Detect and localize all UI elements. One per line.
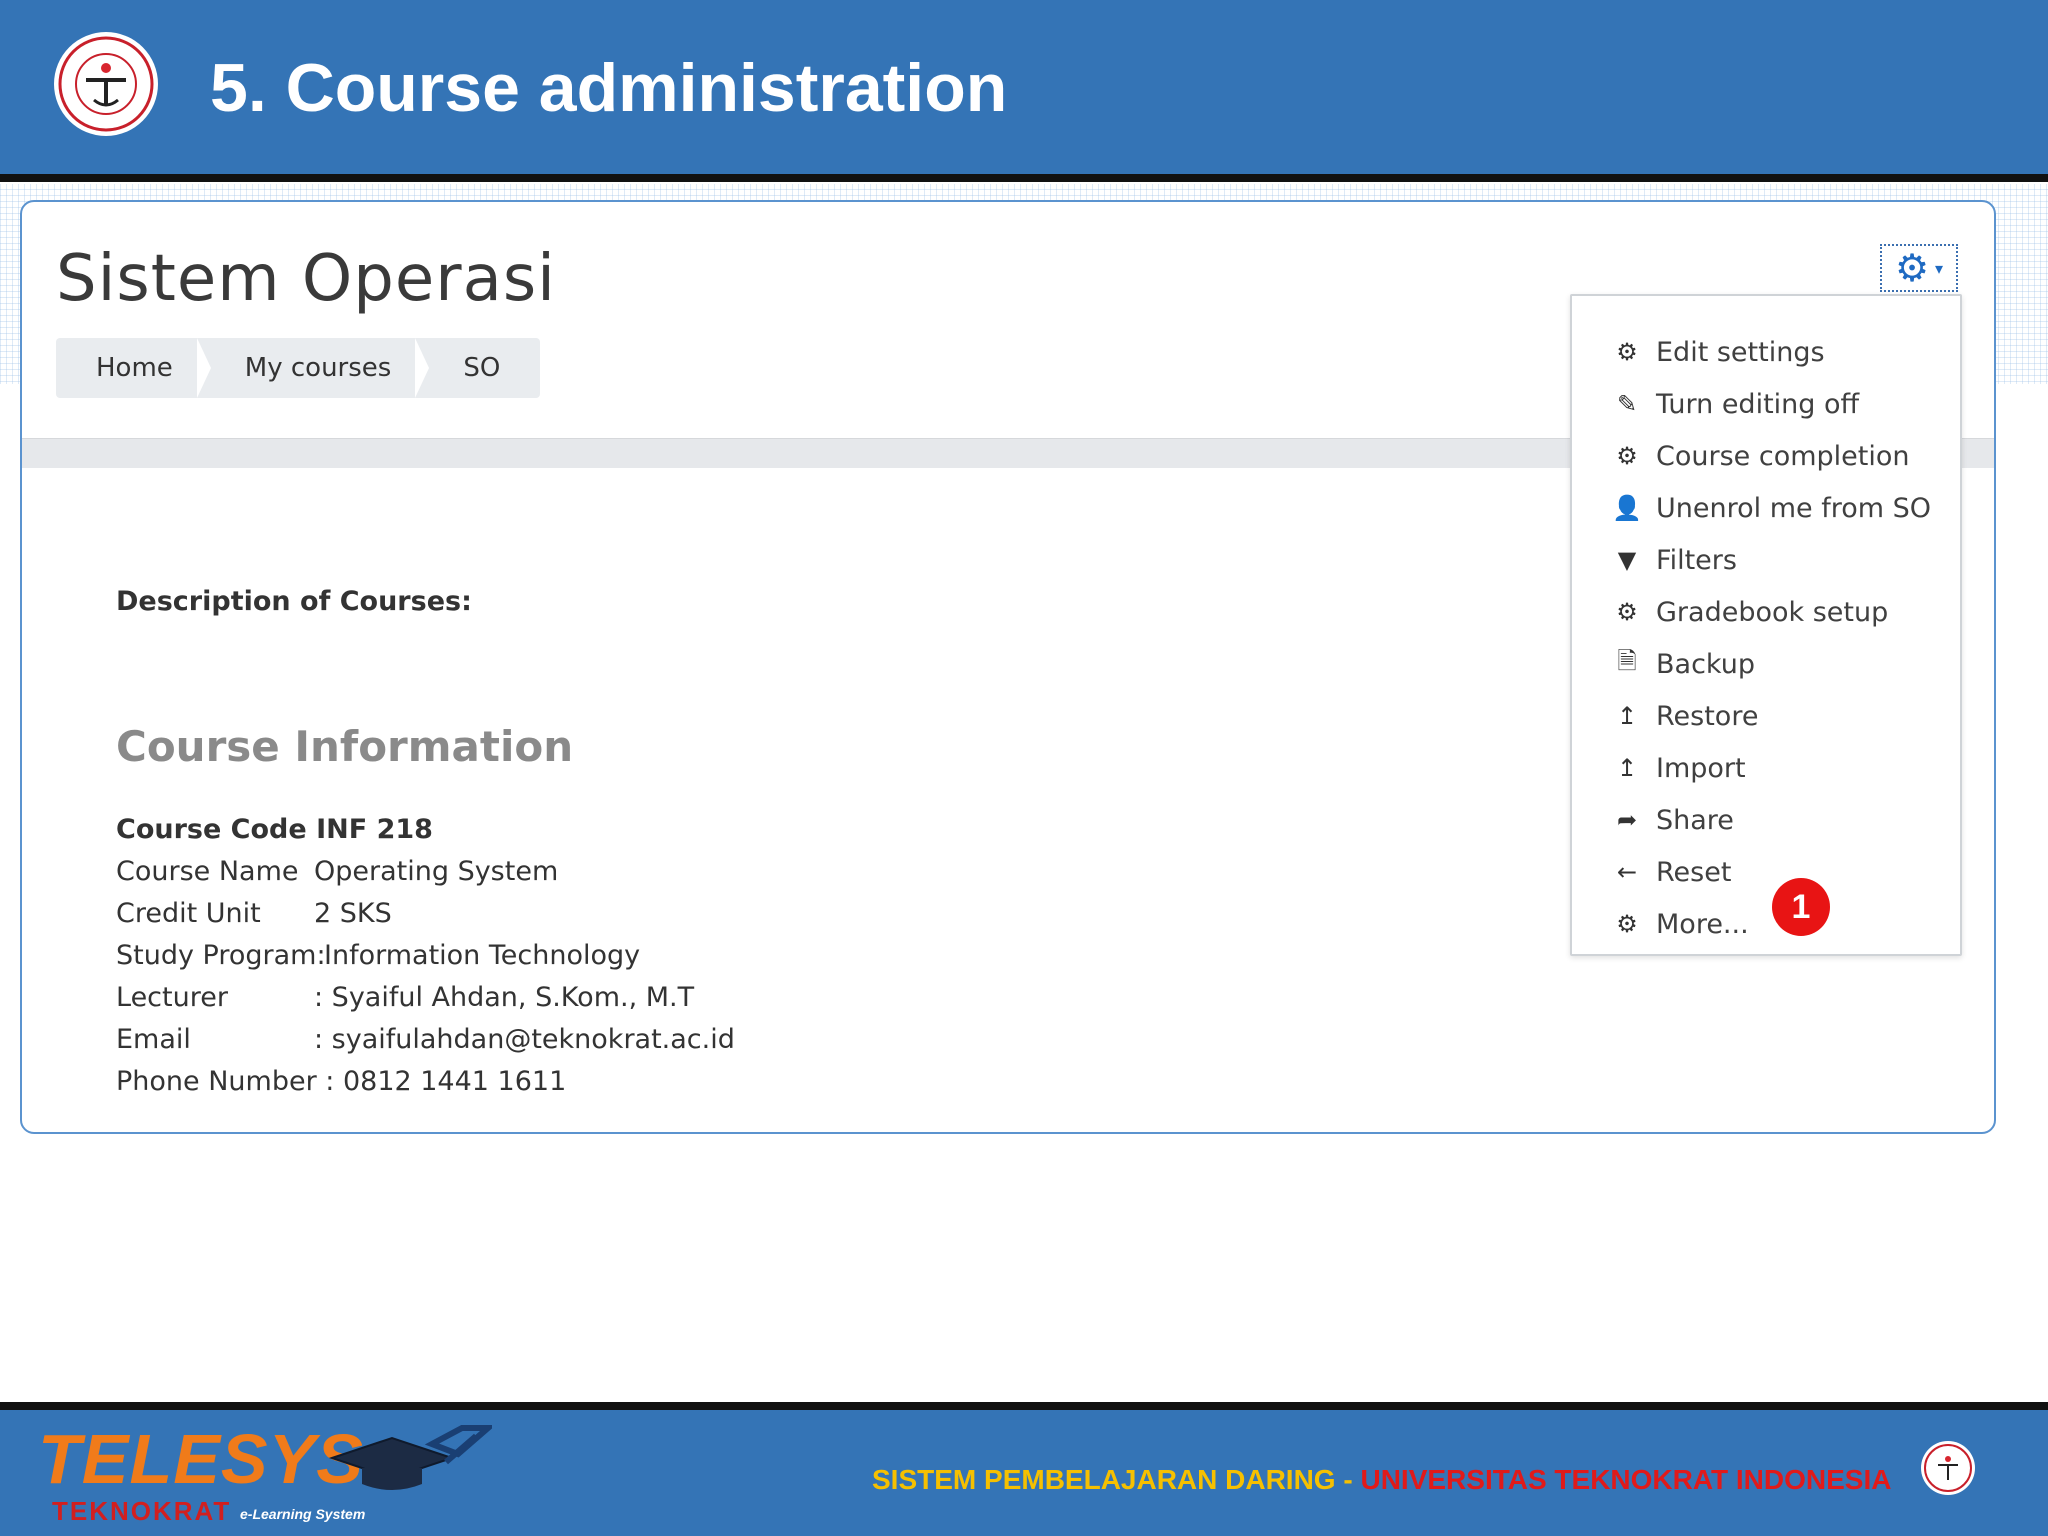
breadcrumb-home[interactable]: Home (56, 338, 199, 398)
info-row-course-code: Course Code INF 218 (116, 814, 433, 845)
filter-icon: ▼ (1617, 546, 1637, 574)
menu-item-gradebook-setup[interactable]: ⚙ Gradebook setup (1612, 592, 1888, 632)
slide-title: 5. Course administration (210, 50, 1008, 126)
header-divider (0, 174, 2048, 182)
gear-icon: ⚙ (1616, 910, 1638, 938)
menu-item-backup[interactable]: 🗎 Backup (1612, 644, 1755, 684)
info-row-lecturer: Lecturer: Syaiful Ahdan, S.Kom., M.T (116, 982, 695, 1013)
description-heading: Description of Courses: (116, 586, 472, 617)
breadcrumb-my-courses[interactable]: My courses (209, 338, 418, 398)
pencil-icon: ✎ (1616, 390, 1638, 418)
graduation-cap-icon (328, 1425, 492, 1490)
gear-icon: ⚙ (1616, 598, 1638, 626)
course-page-screenshot: Sistem Operasi Home My courses SO ⚙ ▾ ⚙ E… (20, 200, 1996, 1134)
menu-item-import[interactable]: ↥ Import (1612, 748, 1746, 788)
menu-item-restore[interactable]: ↥ Restore (1612, 696, 1759, 736)
step-number-badge: 1 (1772, 878, 1830, 936)
gear-icon: ⚙ (1894, 246, 1930, 290)
course-information-heading: Course Information (116, 722, 574, 771)
gear-icon: ⚙ (1616, 338, 1638, 366)
teknokrat-logo-text: TEKNOKRAT (52, 1496, 232, 1526)
info-row-course-name: Course Name Operating System (116, 856, 559, 887)
menu-item-unenrol[interactable]: 👤 Unenrol me from SO (1612, 488, 1931, 528)
arrow-left-icon: ← (1616, 858, 1638, 886)
menu-item-share[interactable]: ➦ Share (1612, 800, 1734, 840)
footer-divider (0, 1402, 2048, 1410)
admin-menu-toggle[interactable]: ⚙ ▾ (1880, 244, 1958, 292)
gear-icon: ⚙ (1616, 442, 1638, 470)
user-icon: 👤 (1612, 494, 1642, 522)
breadcrumb-course[interactable]: SO (427, 338, 540, 398)
menu-item-edit-settings[interactable]: ⚙ Edit settings (1612, 332, 1824, 372)
share-icon: ➦ (1616, 806, 1638, 834)
slide-footer: TELESYS TEKNOKRAT e-Learning System SIST… (0, 1410, 2048, 1536)
file-icon: 🗎 (1617, 646, 1637, 675)
footer-caption: SISTEM PEMBELAJARAN DARING - UNIVERSITAS… (872, 1464, 1892, 1495)
chevron-down-icon: ▾ (1935, 258, 1944, 278)
upload-icon: ↥ (1616, 702, 1638, 730)
info-row-phone: Phone Number : 0812 1441 1611 (116, 1066, 567, 1097)
admin-dropdown-menu: ⚙ Edit settings ✎ Turn editing off ⚙ Course… (1570, 294, 1962, 956)
telesys-logo-text: TELESYS (38, 1420, 364, 1498)
breadcrumb: Home My courses SO (56, 338, 541, 398)
menu-item-filters[interactable]: ▼ Filters (1612, 540, 1737, 580)
info-row-study-program: Study Program:Information Technology (116, 940, 641, 971)
course-title: Sistem Operasi (56, 242, 556, 316)
university-seal-logo (54, 32, 158, 136)
menu-item-course-completion[interactable]: ⚙ Course completion (1612, 436, 1909, 476)
menu-item-more[interactable]: ⚙ More... (1612, 904, 1748, 944)
info-row-credit-unit: Credit Unit 2 SKS (116, 898, 392, 929)
elearning-tagline: e-Learning System (240, 1506, 366, 1522)
info-row-email: Email: syaifulahdan@teknokrat.ac.id (116, 1024, 735, 1055)
slide-header: 5. Course administration (0, 0, 2048, 174)
menu-item-reset[interactable]: ← Reset (1612, 852, 1732, 892)
upload-icon: ↥ (1616, 754, 1638, 782)
menu-item-turn-editing-off[interactable]: ✎ Turn editing off (1612, 384, 1859, 424)
university-seal-logo (1921, 1441, 1975, 1495)
